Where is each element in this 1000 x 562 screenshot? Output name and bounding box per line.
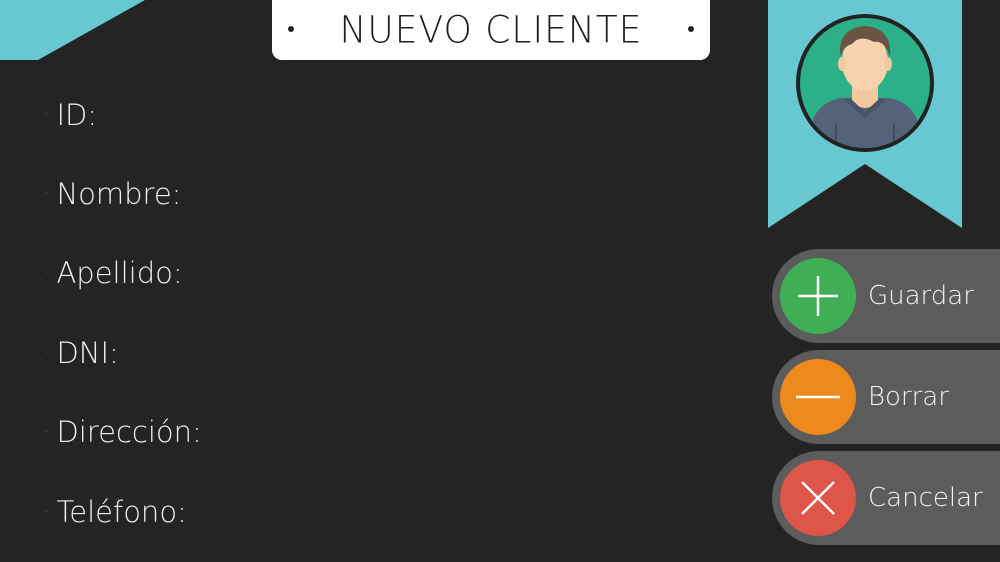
- cancel-button-label: Cancelar: [868, 483, 983, 513]
- field-label-nombre: Nombre:: [56, 177, 182, 211]
- field-bullet: ·: [44, 424, 49, 440]
- field-apellido[interactable]: · Apellido:: [44, 250, 183, 296]
- field-bullet: ·: [44, 186, 49, 202]
- close-icon: [780, 460, 856, 536]
- field-direccion[interactable]: · Dirección:: [44, 409, 202, 455]
- title-header: NUEVO CLIENTE: [272, 0, 710, 60]
- corner-accent: [0, 0, 145, 60]
- avatar-icon[interactable]: [794, 12, 936, 154]
- cancel-button[interactable]: Cancelar: [772, 451, 1000, 545]
- field-label-apellido: Apellido:: [56, 256, 183, 290]
- title-dot-left: [288, 26, 294, 32]
- field-bullet: ·: [44, 504, 49, 520]
- field-label-direccion: Dirección:: [56, 415, 202, 449]
- plus-icon: [780, 258, 856, 334]
- field-label-telefono: Teléfono:: [56, 495, 187, 529]
- field-nombre[interactable]: · Nombre:: [44, 171, 181, 217]
- field-dni[interactable]: · DNI:: [44, 330, 119, 376]
- field-id[interactable]: · ID:: [44, 92, 97, 138]
- field-label-dni: DNI:: [56, 336, 119, 370]
- save-button-label: Guardar: [868, 281, 974, 311]
- minus-icon: [780, 359, 856, 435]
- page-title: NUEVO CLIENTE: [339, 8, 643, 52]
- field-telefono[interactable]: · Teléfono:: [44, 489, 187, 535]
- delete-button-label: Borrar: [868, 382, 949, 412]
- field-bullet: ·: [44, 265, 49, 281]
- save-button[interactable]: Guardar: [772, 249, 1000, 343]
- title-dot-right: [688, 26, 694, 32]
- field-label-id: ID:: [56, 98, 98, 132]
- field-bullet: ·: [44, 107, 49, 123]
- delete-button[interactable]: Borrar: [772, 350, 1000, 444]
- field-bullet: ·: [44, 345, 49, 361]
